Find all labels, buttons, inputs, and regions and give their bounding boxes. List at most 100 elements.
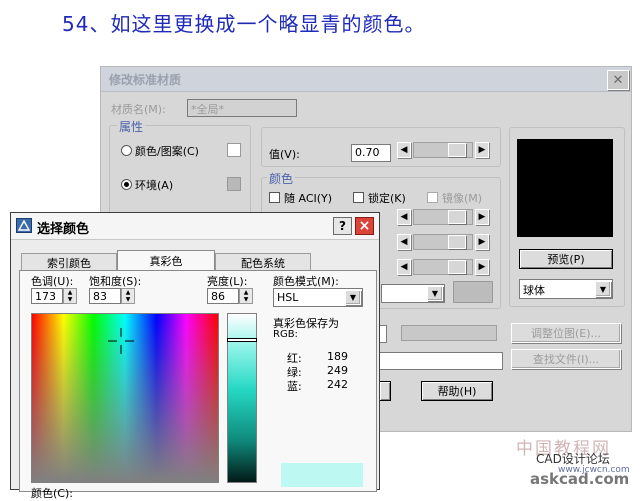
rgb-green-value: 249: [327, 364, 348, 377]
tab-true-color[interactable]: 真彩色: [117, 250, 215, 271]
spin-down-icon: ▼: [125, 296, 131, 303]
luminance-spinner[interactable]: ▲ ▼: [239, 288, 253, 304]
green-slider-right-button[interactable]: ▶: [475, 234, 489, 250]
value-slider-track[interactable]: [413, 142, 473, 158]
green-slider-left-button[interactable]: ◀: [397, 234, 411, 250]
preview-shape-value: 球体: [523, 284, 545, 297]
green-slider-thumb[interactable]: [448, 235, 466, 249]
bitmap-blend-field[interactable]: [379, 325, 387, 343]
chevron-down-icon: ▼: [349, 293, 357, 302]
luminance-bar-marker[interactable]: [227, 338, 257, 342]
radio-color-pattern[interactable]: [121, 145, 132, 156]
help-icon: ?: [339, 219, 346, 233]
select-color-dialog: 选择颜色 ? × 索引颜色 真彩色 配色系统 色调(U): 173 ▲ ▼ 饱和度…: [10, 212, 380, 500]
radio-dot: [124, 182, 129, 187]
radio-color-pattern-label: 颜色/图案(C): [135, 145, 199, 158]
hue-spinner[interactable]: ▲ ▼: [63, 288, 77, 304]
close-icon: ✕: [612, 72, 624, 88]
ok-button-partial[interactable]: [379, 381, 391, 401]
rgb-red-value: 189: [327, 350, 348, 363]
arrow-left-icon: ◀: [400, 145, 408, 155]
material-name-field[interactable]: *全局*: [187, 99, 297, 117]
luminance-label: 亮度(L):: [207, 275, 248, 288]
luminance-bar[interactable]: [227, 313, 257, 483]
autocad-app-icon: [16, 218, 32, 233]
adjust-bitmap-button[interactable]: 调整位图(E)...: [511, 323, 621, 343]
blue-slider-left-button[interactable]: ◀: [397, 259, 411, 275]
material-name-label: 材质名(M):: [111, 103, 166, 116]
hue-input[interactable]: 173: [31, 288, 63, 304]
help-button[interactable]: ?: [333, 217, 352, 235]
lock-checkbox[interactable]: [353, 192, 364, 203]
rgb-blue-value: 242: [327, 378, 348, 391]
hue-label: 色调(U):: [31, 275, 74, 288]
color-model-label: 颜色模式(M):: [273, 275, 339, 288]
blue-slider-right-button[interactable]: ▶: [475, 259, 489, 275]
blue-slider-track[interactable]: [413, 259, 473, 275]
value-slider-thumb[interactable]: [448, 143, 466, 157]
chevron-down-icon: ▼: [599, 284, 607, 294]
radio-ambient[interactable]: [121, 179, 132, 190]
saturation-label: 饱和度(S):: [89, 275, 142, 288]
select-color-titlebar: 选择颜色 ? ×: [11, 213, 379, 240]
watermark-askcad: askcad.com: [530, 470, 630, 488]
saturation-input[interactable]: 83: [89, 288, 121, 304]
stored-format-label: RGB:: [273, 329, 298, 340]
color-system-dropdown-button[interactable]: ▼: [427, 286, 443, 301]
material-dialog-titlebar: 修改标准材质 ✕: [101, 67, 631, 92]
mirror-checkbox[interactable]: [427, 192, 438, 203]
arrow-right-icon: ▶: [478, 145, 486, 155]
spectrum-crosshair-icon[interactable]: [108, 328, 134, 354]
preview-button[interactable]: 预览(P): [519, 249, 613, 269]
color-group-label: 颜色: [267, 170, 296, 187]
attributes-group-label: 属性: [117, 118, 146, 135]
bitmap-file-field[interactable]: [379, 352, 503, 370]
red-slider-left-button[interactable]: ◀: [397, 209, 411, 225]
arrow-right-icon: ▶: [478, 262, 486, 272]
bitmap-blend-track[interactable]: [401, 325, 497, 341]
red-slider-track[interactable]: [413, 209, 473, 225]
saturation-spinner[interactable]: ▲ ▼: [121, 288, 135, 304]
arrow-left-icon: ◀: [400, 212, 408, 222]
arrow-left-icon: ◀: [400, 262, 408, 272]
spin-up-icon: ▲: [243, 289, 249, 296]
material-dialog-close-button[interactable]: ✕: [607, 70, 629, 90]
value-slider-right-button[interactable]: ▶: [475, 142, 489, 158]
spin-down-icon: ▼: [243, 296, 249, 303]
red-slider-right-button[interactable]: ▶: [475, 209, 489, 225]
preview-shape-dropdown-button[interactable]: ▼: [595, 281, 611, 297]
material-dialog-title: 修改标准材质: [109, 73, 182, 87]
tutorial-caption: 54、如这里更换成一个略显青的颜色。: [62, 12, 426, 36]
value-slider-left-button[interactable]: ◀: [397, 142, 411, 158]
green-slider-track[interactable]: [413, 234, 473, 250]
color-model-dropdown-button[interactable]: ▼: [345, 290, 361, 305]
tab-color-books[interactable]: 配色系统: [215, 253, 311, 271]
spin-up-icon: ▲: [67, 289, 73, 296]
arrow-right-icon: ▶: [478, 237, 486, 247]
color-model-value: HSL: [277, 291, 299, 304]
by-aci-checkbox[interactable]: [269, 192, 280, 203]
blue-slider-thumb[interactable]: [448, 260, 466, 274]
rgb-blue-label: 蓝:: [287, 380, 302, 393]
tab-index-color[interactable]: 索引颜色: [21, 253, 117, 271]
arrow-right-icon: ▶: [478, 212, 486, 222]
luminance-input[interactable]: 86: [207, 288, 239, 304]
help-button[interactable]: 帮助(H): [421, 381, 493, 401]
spin-down-icon: ▼: [67, 296, 73, 303]
close-button[interactable]: ×: [355, 217, 374, 235]
red-slider-thumb[interactable]: [448, 210, 466, 224]
mirror-label: 镜像(M): [442, 192, 483, 205]
value-label: 值(V):: [269, 148, 300, 161]
color-label: 颜色(C):: [31, 487, 73, 500]
spin-up-icon: ▲: [125, 289, 131, 296]
close-icon: ×: [358, 218, 371, 234]
find-file-button[interactable]: 查找文件(I)...: [511, 349, 621, 369]
material-preview: [517, 139, 613, 237]
lock-label: 锁定(K): [368, 192, 406, 205]
hue-saturation-spectrum[interactable]: [31, 313, 219, 483]
value-input[interactable]: 0.70: [351, 144, 391, 162]
new-color-swatch: [281, 463, 363, 487]
chevron-down-icon: ▼: [431, 289, 439, 298]
ambient-swatch: [227, 177, 241, 191]
select-color-title: 选择颜色: [37, 222, 90, 237]
